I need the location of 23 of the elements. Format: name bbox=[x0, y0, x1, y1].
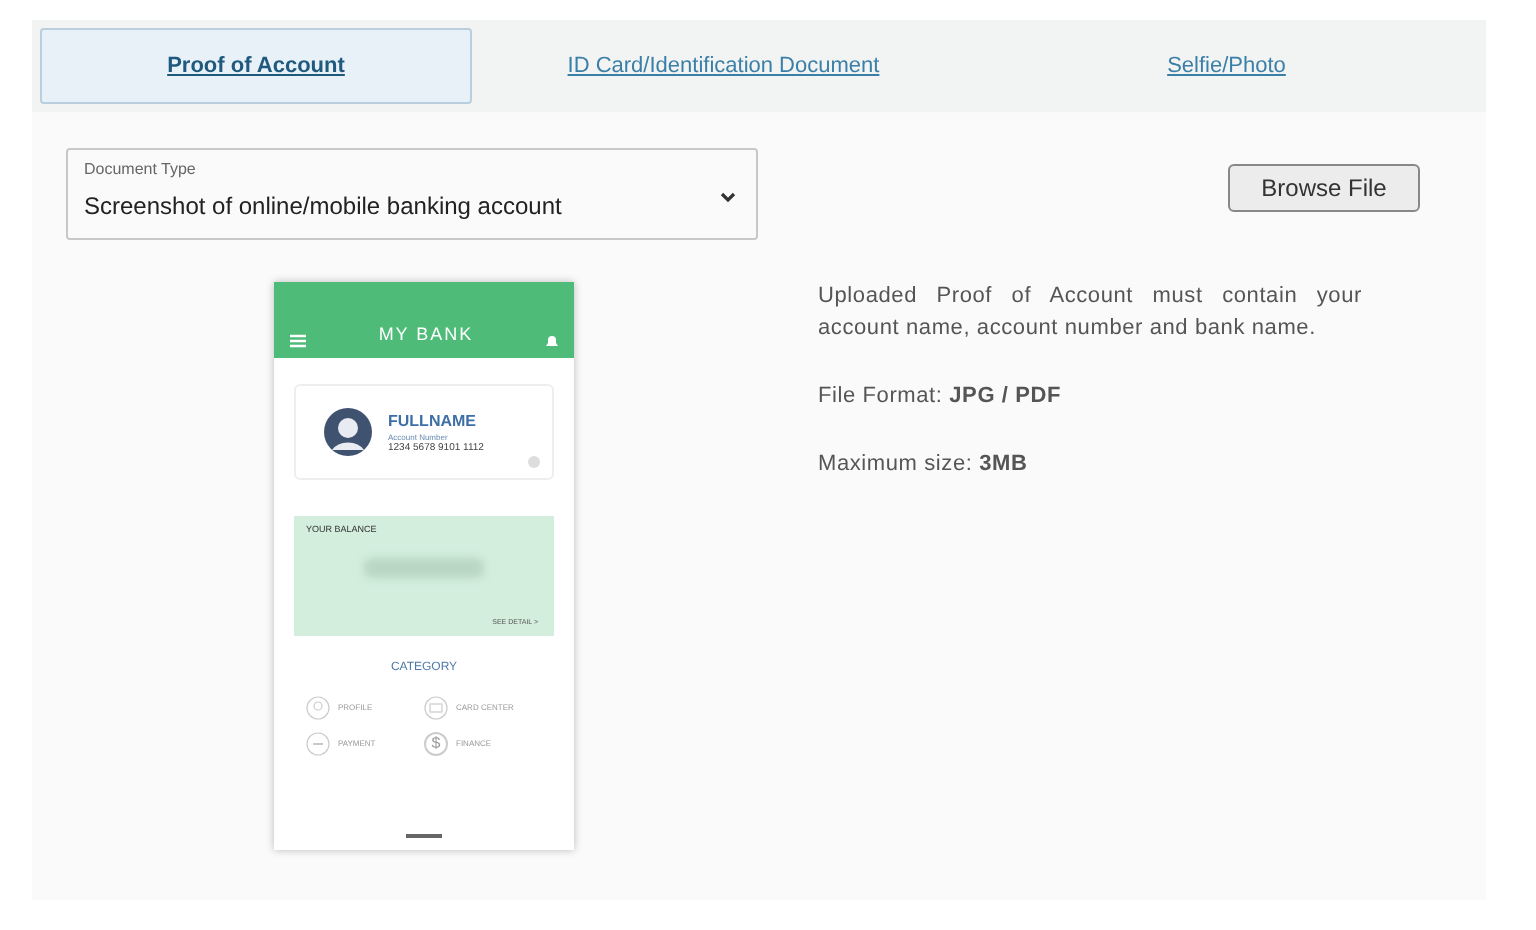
blurred-balance bbox=[364, 557, 484, 578]
bell-icon bbox=[545, 334, 558, 348]
full-name: FULLNAME bbox=[388, 411, 476, 429]
app-title: MY BANK bbox=[378, 321, 474, 347]
browse-file-button[interactable]: Browse File bbox=[1228, 164, 1420, 212]
select-label: Document Type bbox=[84, 160, 196, 180]
tab[interactable]: Selfie/Photo bbox=[975, 28, 1478, 104]
requirement-text: Uploaded Proof of Account must contain your account name, account number and bank name. bbox=[818, 282, 1362, 344]
avatar-icon bbox=[324, 408, 372, 456]
tab[interactable]: ID Card/Identification Document bbox=[472, 28, 975, 104]
menu-icon bbox=[290, 334, 306, 348]
card-icon bbox=[424, 696, 448, 720]
tab[interactable]: Proof of Account bbox=[40, 28, 472, 104]
dollar-icon: $ bbox=[424, 732, 448, 756]
file-format-text: File Format: JPG / PDF bbox=[818, 382, 1062, 412]
person-icon bbox=[306, 696, 330, 720]
circle-icon bbox=[528, 456, 540, 468]
select-value: Screenshot of online/mobile banking account bbox=[84, 190, 562, 224]
document-type-select[interactable]: Document Type Screenshot of online/mobile banking account bbox=[66, 148, 758, 240]
chevron-down-icon bbox=[720, 192, 736, 204]
max-size-text: Maximum size: 3MB bbox=[818, 450, 1028, 480]
bill-icon bbox=[306, 732, 330, 756]
home-indicator bbox=[406, 834, 442, 838]
